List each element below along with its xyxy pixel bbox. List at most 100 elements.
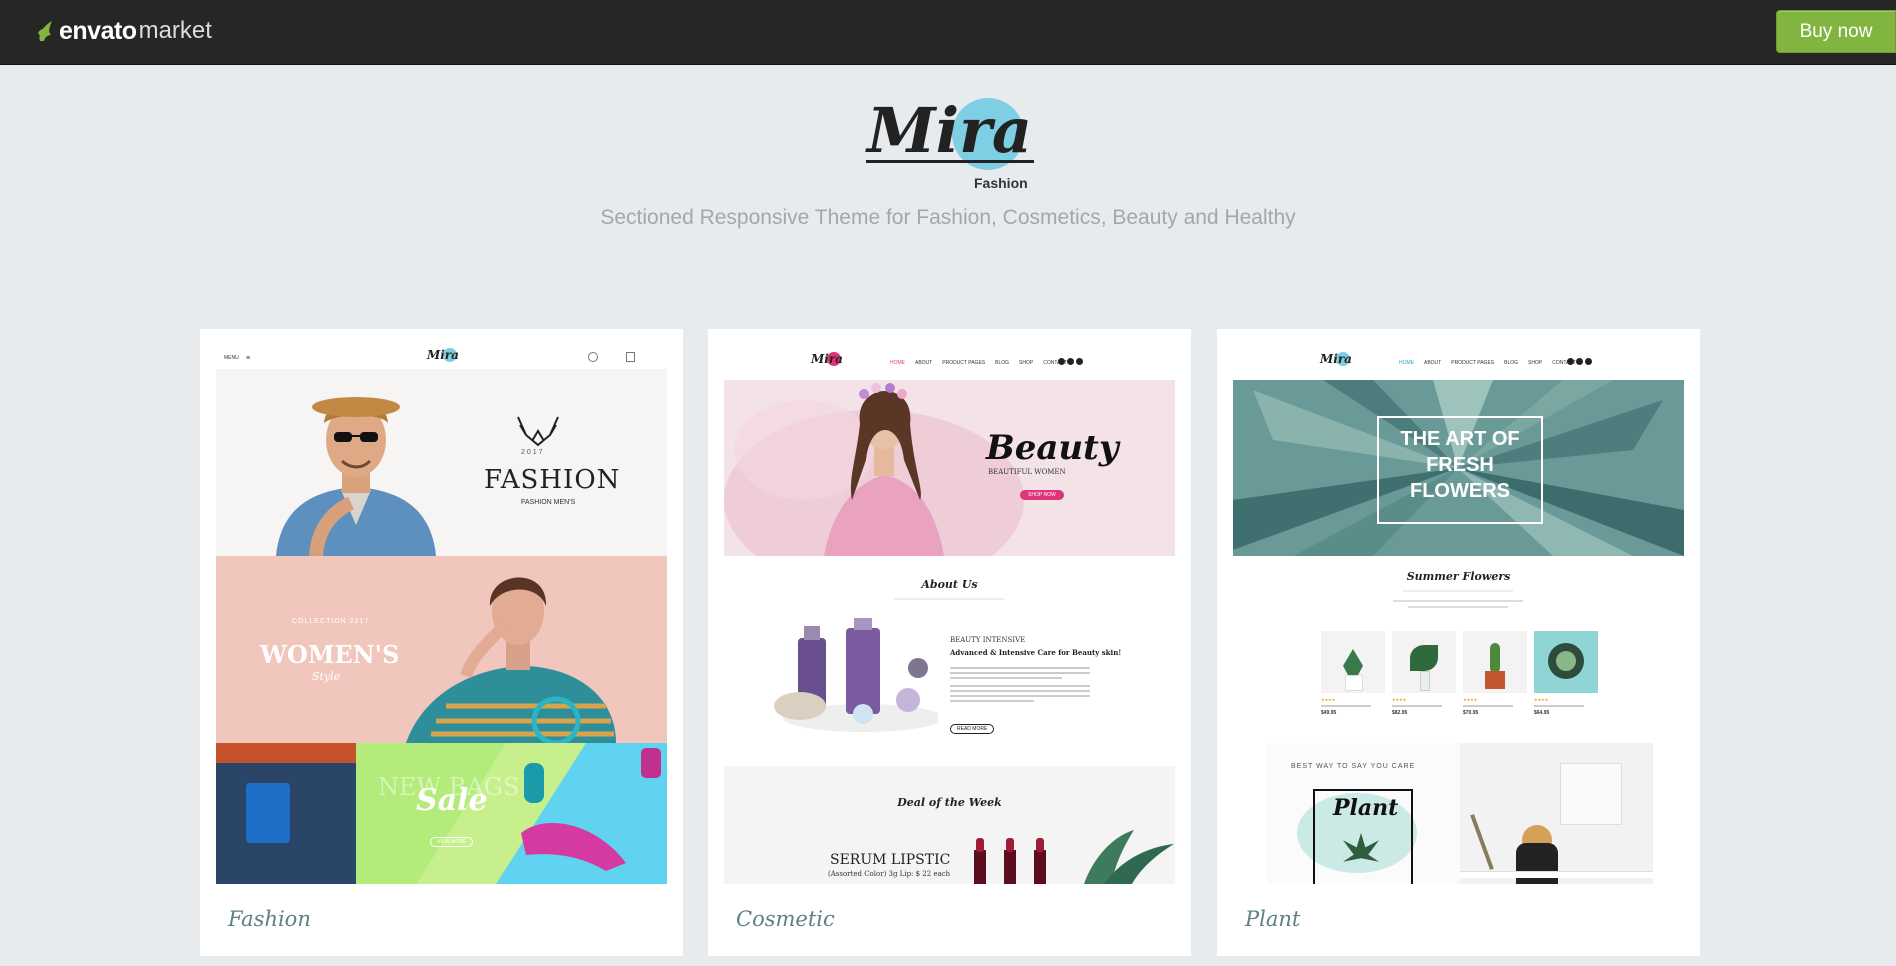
product-image — [1463, 631, 1527, 693]
preview-mira-logo: Mira — [426, 348, 459, 362]
preview-nav-links: HOME ABOUT PRODUCT PAGES BLOG SHOP CONTA… — [1399, 360, 1576, 366]
card-label-cosmetic[interactable]: Cosmetic — [736, 907, 835, 931]
hero-line-3: FLOWERS — [1410, 480, 1510, 502]
nav-home: HOME — [1399, 360, 1414, 366]
nav-product-pages: PRODUCT PAGES — [942, 360, 986, 366]
demo-card-cosmetic[interactable]: Mira HOME ABOUT PRODUCT PAGES BLOG SHOP … — [708, 329, 1191, 956]
plant-promo-left: BEST WAY TO SAY YOU CARE Plant — [1267, 743, 1460, 884]
preview-mira-logo: Mira — [810, 352, 843, 366]
svg-text:Mira: Mira — [1319, 352, 1352, 366]
mira-logo-graphic: Mira Fashion — [865, 94, 1034, 191]
nav-shop: SHOP — [1019, 360, 1034, 366]
fashion-title: FASHION — [484, 465, 621, 495]
man-portrait-image — [276, 397, 436, 556]
product-price: $64.95 — [1534, 710, 1550, 716]
card-label-plant[interactable]: Plant — [1245, 907, 1300, 931]
preview-nav-links: HOME ABOUT PRODUCT PAGES BLOG SHOP CONTA… — [890, 360, 1067, 366]
beauty-intensive-title: Advanced & Intensive Care for Beauty ski… — [950, 648, 1122, 657]
womens-banner: COLLECTION 2017 WOMEN'S Style — [216, 556, 667, 743]
preview-menu-label: MENU — [224, 355, 239, 361]
beauty-title: Beauty — [986, 428, 1119, 468]
promo-title: Plant — [1333, 795, 1399, 821]
intensive-body-lines — [950, 664, 1090, 705]
product-price: $82.95 — [1392, 710, 1408, 716]
twitter-icon — [1076, 358, 1083, 365]
product-card: ★★★★ $82.95 — [1392, 631, 1456, 716]
svg-text:Mira: Mira — [426, 348, 459, 362]
preview-social-icons — [1058, 358, 1083, 365]
cosmetic-preview[interactable]: Mira HOME ABOUT PRODUCT PAGES BLOG SHOP … — [724, 329, 1175, 884]
read-more-button: READ MORE — [950, 724, 995, 734]
lipstick-image — [974, 830, 1174, 884]
product-price: $70.95 — [1463, 710, 1479, 716]
svg-text:Mira: Mira — [810, 352, 843, 366]
nav-shop: SHOP — [1528, 360, 1543, 366]
about-us-section: About Us BEAUTY INTENSIVE Advanced & Int… — [724, 556, 1175, 766]
preview-cart-icon — [626, 352, 635, 362]
womens-style: Style — [312, 670, 341, 683]
facebook-icon — [1567, 358, 1574, 365]
google-icon — [1067, 358, 1074, 365]
preview-social-icons — [1567, 358, 1592, 365]
about-divider — [894, 598, 1004, 600]
preview-nav: Mira HOME ABOUT PRODUCT PAGES BLOG SHOP … — [1233, 329, 1684, 380]
product-image — [1392, 631, 1456, 693]
envato-leaf-icon — [38, 21, 52, 41]
sale-background-graphic — [356, 743, 661, 884]
serum-title: SERUM LIPSTIC — [830, 852, 951, 868]
hero-line-1: THE ART OF — [1400, 428, 1520, 450]
card-label-fashion[interactable]: Fashion — [228, 907, 311, 931]
top-bar: envato market Buy now — [0, 0, 1896, 65]
fashion-men-banner: 2017 FASHION FASHION MEN'S — [216, 369, 667, 556]
nav-about: ABOUT — [915, 360, 933, 366]
preview-menu-icon: ≡ — [246, 355, 251, 362]
envato-market-logo[interactable]: envato market — [36, 16, 212, 46]
beauty-subtitle: BEAUTIFUL WOMEN — [988, 468, 1066, 476]
woman-portrait-image — [406, 577, 616, 743]
preview-nav: MENU ≡ Mira — [216, 329, 667, 369]
section-desc-line — [1393, 600, 1523, 602]
nav-product-pages: PRODUCT PAGES — [1451, 360, 1495, 366]
beauty-hero-banner: Beauty BEAUTIFUL WOMEN SHOP NOW — [724, 380, 1175, 556]
product-image — [1534, 631, 1598, 693]
shop-now-button: SHOP NOW — [1020, 490, 1064, 500]
rating-stars: ★★★★ — [1534, 697, 1549, 702]
beauty-intensive-label: BEAUTY INTENSIVE — [950, 636, 1026, 644]
rating-stars: ★★★★ — [1463, 697, 1478, 702]
beauty-woman-image — [724, 383, 1024, 556]
rating-stars: ★★★★ — [1392, 697, 1407, 702]
nav-blog: BLOG — [1504, 360, 1519, 366]
antler-icon — [517, 416, 559, 447]
product-card: ★★★★ $49.95 — [1321, 631, 1385, 716]
view-more-button: VIEW MORE — [430, 837, 474, 847]
rating-stars: ★★★★ — [1321, 697, 1336, 702]
nav-about: ABOUT — [1424, 360, 1442, 366]
section-desc-line-2 — [1408, 606, 1508, 608]
plant-preview[interactable]: Mira HOME ABOUT PRODUCT PAGES BLOG SHOP … — [1233, 329, 1684, 884]
womens-title: WOMEN'S — [260, 640, 400, 669]
jeans-image — [216, 743, 356, 884]
product-grid: ★★★★ $49.95 ★★★★ $82.95 ★★★★ $70.95 ★★★★… — [1321, 631, 1598, 716]
facebook-icon — [1058, 358, 1065, 365]
sale-title: Sale — [416, 783, 488, 818]
promo-small-text: BEST WAY TO SAY YOU CARE — [1291, 763, 1416, 770]
deal-of-week-section: Deal of the Week SERUM LIPSTIC (Assorted… — [724, 766, 1175, 884]
fresh-flowers-hero: THE ART OF FRESH FLOWERS — [1233, 380, 1684, 556]
cosmetic-products-image — [774, 618, 938, 732]
preview-globe-icon — [588, 352, 598, 362]
preview-nav: Mira HOME ABOUT PRODUCT PAGES BLOG SHOP … — [724, 329, 1175, 380]
mira-fashion-logo: Mira Fashion — [862, 90, 1042, 195]
svg-text:Mira: Mira — [865, 94, 1032, 167]
market-text: market — [138, 17, 212, 44]
womens-collection-label: COLLECTION 2017 — [292, 618, 370, 625]
plant-promo-section: BEST WAY TO SAY YOU CARE Plant — [1233, 743, 1684, 884]
demo-card-plant[interactable]: Mira HOME ABOUT PRODUCT PAGES BLOG SHOP … — [1217, 329, 1700, 956]
product-price: $49.95 — [1321, 710, 1337, 716]
buy-now-button[interactable]: Buy now — [1776, 10, 1896, 53]
twitter-icon — [1585, 358, 1592, 365]
section-divider — [1403, 590, 1513, 592]
deal-title: Deal of the Week — [897, 796, 1002, 809]
fashion-subtitle: FASHION MEN'S — [521, 499, 576, 506]
fashion-preview[interactable]: MENU ≡ Mira 2017 FASHION FASHION MEN'S C… — [216, 329, 667, 884]
demo-card-fashion[interactable]: MENU ≡ Mira 2017 FASHION FASHION MEN'S C… — [200, 329, 683, 956]
